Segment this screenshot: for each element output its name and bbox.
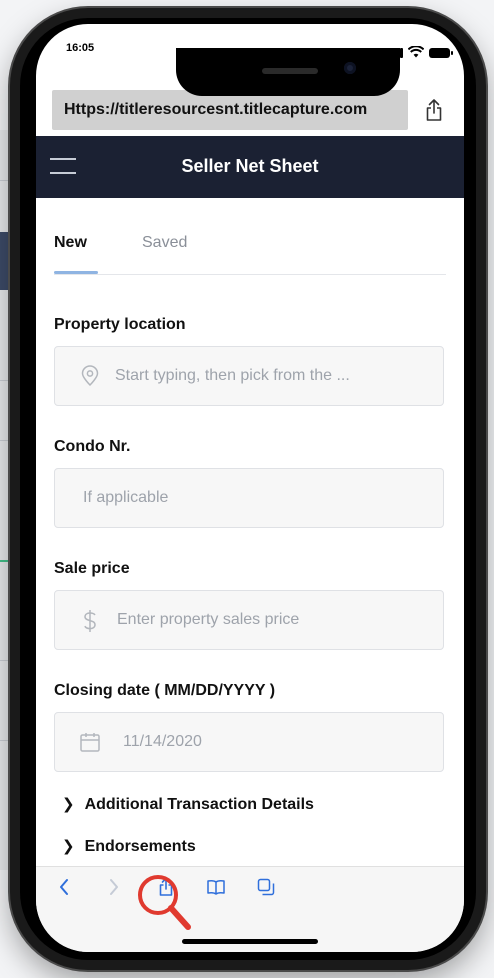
additional-details-label: Additional Transaction Details bbox=[84, 796, 314, 813]
back-icon bbox=[60, 879, 68, 895]
condo-input[interactable]: If applicable bbox=[54, 468, 444, 528]
share-button[interactable] bbox=[416, 92, 452, 128]
wifi-icon bbox=[408, 46, 424, 58]
bookmarks-icon bbox=[207, 879, 225, 895]
battery-icon bbox=[429, 48, 453, 58]
page-title: Seller Net Sheet bbox=[181, 156, 319, 176]
closing-date-label: Closing date ( MM/DD/YYYY ) bbox=[54, 682, 276, 699]
url-bar[interactable]: Https://titleresourcesnt.titlecapture.co… bbox=[52, 90, 408, 130]
speaker-grille bbox=[262, 68, 318, 74]
additional-details-expander[interactable]: ❯ Additional Transaction Details bbox=[62, 795, 314, 814]
sale-price-placeholder: Enter property sales price bbox=[117, 611, 300, 628]
property-location-placeholder: Start typing, then pick from the ... bbox=[115, 367, 350, 384]
tabs-button[interactable] bbox=[254, 875, 278, 899]
phone-screen: 16:05 Https://titleresourcesnt.titlecapt… bbox=[36, 24, 464, 952]
chevron-right-icon: ❯ bbox=[62, 796, 75, 813]
tab-bar: New Saved bbox=[54, 234, 446, 275]
bookmarks-button[interactable] bbox=[204, 875, 228, 899]
calendar-icon bbox=[80, 733, 100, 752]
status-time: 16:05 bbox=[66, 42, 95, 54]
home-indicator bbox=[182, 939, 318, 944]
app-header: Seller Net Sheet bbox=[36, 136, 464, 198]
property-location-input[interactable]: Start typing, then pick from the ... bbox=[54, 346, 444, 406]
back-button[interactable] bbox=[52, 875, 76, 899]
active-tab-indicator bbox=[54, 271, 98, 274]
tab-saved[interactable]: Saved bbox=[142, 234, 187, 252]
condo-placeholder: If applicable bbox=[83, 489, 169, 506]
browser-toolbar bbox=[36, 866, 464, 952]
dollar-icon bbox=[84, 610, 96, 632]
condo-label: Condo Nr. bbox=[54, 438, 131, 455]
forward-button[interactable] bbox=[102, 875, 126, 899]
share-icon bbox=[426, 99, 442, 121]
location-pin-icon bbox=[81, 365, 99, 387]
chevron-right-icon: ❯ bbox=[62, 838, 75, 855]
phone-notch bbox=[176, 48, 400, 96]
sale-price-input[interactable]: Enter property sales price bbox=[54, 590, 444, 650]
tabs-icon bbox=[257, 878, 275, 896]
endorsements-expander[interactable]: ❯ Endorsements bbox=[62, 837, 196, 856]
tab-new[interactable]: New bbox=[54, 234, 87, 252]
endorsements-label: Endorsements bbox=[84, 838, 196, 855]
property-location-label: Property location bbox=[54, 316, 186, 333]
closing-date-input[interactable]: 11/14/2020 bbox=[54, 712, 444, 772]
closing-date-value: 11/14/2020 bbox=[123, 733, 202, 750]
sale-price-label: Sale price bbox=[54, 560, 130, 577]
forward-icon bbox=[110, 879, 118, 895]
front-camera bbox=[344, 62, 356, 74]
